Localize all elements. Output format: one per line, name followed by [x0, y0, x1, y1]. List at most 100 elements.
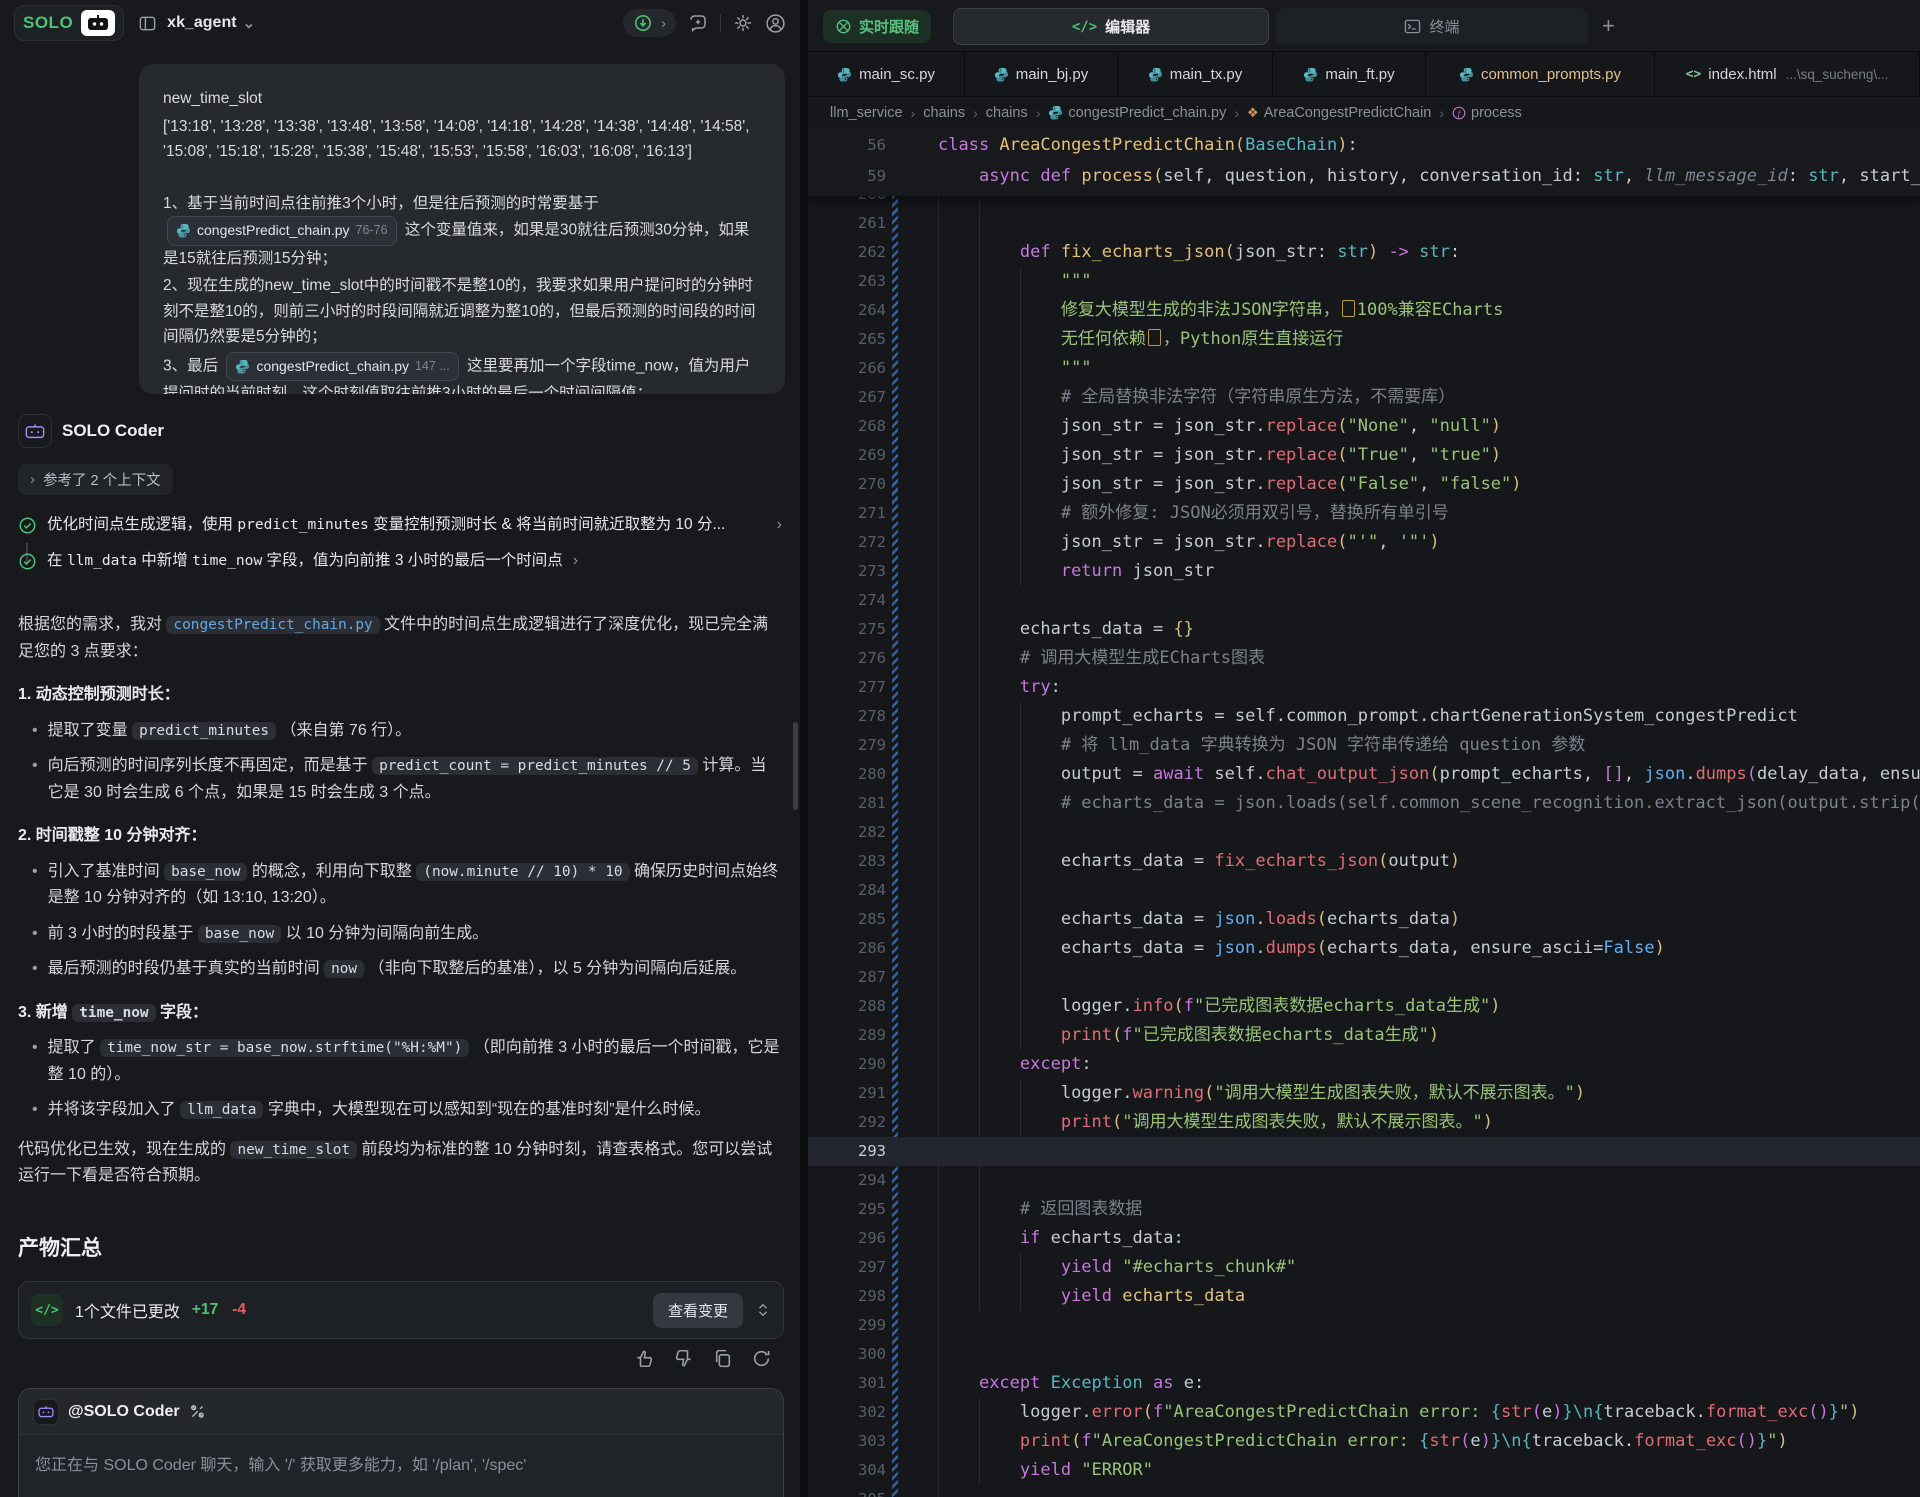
solo-logo[interactable]: SOLO	[14, 5, 124, 41]
file-tab[interactable]: <>index.html...\sq_sucheng\...	[1655, 52, 1920, 96]
live-follow-badge[interactable]: 实时跟随	[823, 10, 931, 43]
code-line[interactable]: 297 yield "#echarts_chunk#"	[808, 1253, 1920, 1282]
task-item[interactable]: 优化时间点生成逻辑，使用 predict_minutes 变量控制预测时长 & …	[18, 507, 782, 543]
code-line[interactable]: 299	[808, 1311, 1920, 1340]
code-line[interactable]: 295 # 返回图表数据	[808, 1195, 1920, 1224]
code-line[interactable]: 284	[808, 876, 1920, 905]
line-number: 272	[818, 528, 886, 557]
code-line[interactable]: 290 except:	[808, 1050, 1920, 1079]
chevron-right-icon[interactable]: ›	[573, 550, 578, 572]
expand-icon[interactable]	[755, 1302, 771, 1318]
breadcrumb-item[interactable]: ❖AreaCongestPredictChain	[1247, 105, 1431, 121]
account-icon[interactable]	[765, 13, 786, 34]
breadcrumb-item[interactable]: congestPredict_chain.py	[1048, 105, 1226, 121]
code-line[interactable]: 298 yield echarts_data	[808, 1282, 1920, 1311]
code-line[interactable]: 260	[808, 196, 1920, 209]
code-line[interactable]: 276 # 调用大模型生成ECharts图表	[808, 644, 1920, 673]
code-line[interactable]: 300	[808, 1340, 1920, 1369]
code-line[interactable]: 303 print(f"AreaCongestPredictChain erro…	[808, 1427, 1920, 1456]
file-tab[interactable]: main_bj.py	[965, 52, 1118, 96]
code-line[interactable]: 287	[808, 963, 1920, 992]
code-area[interactable]: 260261262 def fix_echarts_json(json_str:…	[808, 196, 1920, 1497]
task-item[interactable]: 在 llm_data 中新增 time_now 字段，值为向前推 3 小时的最后…	[18, 543, 782, 579]
file-tab-label: main_tx.py	[1170, 66, 1243, 83]
file-tab[interactable]: main_ft.py	[1273, 52, 1426, 96]
list-item-text: 引入了基准时间 base_now 的概念，利用向下取整 (now.minute …	[48, 859, 782, 912]
code-line[interactable]: 291 logger.warning("调用大模型生成图表失败，默认不展示图表。…	[808, 1079, 1920, 1108]
breadcrumb-item[interactable]: llm_service	[830, 105, 903, 121]
thumbs-down-icon[interactable]	[673, 1348, 694, 1369]
thumbs-up-icon[interactable]	[634, 1348, 655, 1369]
code-line[interactable]: 265 无任何依赖，Python原生直接运行	[808, 325, 1920, 354]
code-line[interactable]: 296 if echarts_data:	[808, 1224, 1920, 1253]
code-line[interactable]: 279 # 将 llm_data 字典转换为 JSON 字符串传递给 quest…	[808, 731, 1920, 760]
code-line[interactable]: 293	[808, 1137, 1920, 1166]
code-line[interactable]: 261	[808, 209, 1920, 238]
gear-icon[interactable]	[733, 13, 753, 33]
chevron-right-icon[interactable]: ›	[777, 514, 782, 536]
regenerate-icon[interactable]	[751, 1348, 772, 1369]
file-change-card[interactable]: </> 1个文件已更改 +17 -4 查看变更	[18, 1281, 784, 1339]
code-line[interactable]: 277 try:	[808, 673, 1920, 702]
sticky-code-line[interactable]: 56class AreaCongestPredictChain(BaseChai…	[808, 131, 1920, 160]
code-line[interactable]: 294	[808, 1166, 1920, 1195]
sidebar-toggle-icon[interactable]	[138, 14, 157, 33]
sticky-code-line[interactable]: 59 async def process(self, question, his…	[808, 162, 1920, 191]
code-line[interactable]: 285 echarts_data = json.loads(echarts_da…	[808, 905, 1920, 934]
copy-icon[interactable]	[712, 1348, 733, 1369]
workspace-selector[interactable]: xk_agent ⌄	[167, 14, 255, 32]
panel-divider[interactable]	[800, 0, 808, 1497]
file-reference-chip[interactable]: congestPredict_chain.py147 ...	[226, 352, 458, 382]
view-changes-button[interactable]: 查看变更	[653, 1293, 743, 1328]
code-text: print(f"已完成图表数据echarts_data生成")	[938, 1021, 1920, 1050]
artifact-summary-heading: 产物汇总	[18, 1232, 102, 1262]
new-chat-icon[interactable]	[688, 13, 708, 33]
context-disclosure[interactable]: › 参考了 2 个上下文	[18, 464, 173, 495]
code-line[interactable]: 268 json_str = json_str.replace("None", …	[808, 412, 1920, 441]
code-line[interactable]: 272 json_str = json_str.replace("'", '"'…	[808, 528, 1920, 557]
code-line[interactable]: 305	[808, 1485, 1920, 1497]
line-number: 59	[818, 162, 886, 191]
code-line[interactable]: 273 return json_str	[808, 557, 1920, 586]
file-tab[interactable]: main_tx.py	[1118, 52, 1273, 96]
tools-icon[interactable]	[189, 1403, 206, 1420]
breadcrumb-item[interactable]: chains	[923, 105, 965, 121]
code-line[interactable]: 266 """	[808, 354, 1920, 383]
code-line[interactable]: 301 except Exception as e:	[808, 1369, 1920, 1398]
chat-input[interactable]: 您正在与 SOLO Coder 聊天，输入 '/' 获取更多能力，如 '/pla…	[19, 1435, 783, 1491]
breadcrumb-item[interactable]: fprocess	[1452, 105, 1522, 121]
code-line[interactable]: 281 # echarts_data = json.loads(self.com…	[808, 789, 1920, 818]
code-line[interactable]: 262 def fix_echarts_json(json_str: str) …	[808, 238, 1920, 267]
chat-composer[interactable]: @SOLO Coder 您正在与 SOLO Coder 聊天，输入 '/' 获取…	[18, 1388, 784, 1497]
checkpoint-control[interactable]: ›	[623, 9, 676, 37]
code-line[interactable]: 267 # 全局替换非法字符（字符串原生方法，不需要库）	[808, 383, 1920, 412]
code-line[interactable]: 270 json_str = json_str.replace("False",…	[808, 470, 1920, 499]
code-line[interactable]: 304 yield "ERROR"	[808, 1456, 1920, 1485]
code-line[interactable]: 263 """	[808, 267, 1920, 296]
list-item-text: 提取了变量 predict_minutes （来自第 76 行）。	[48, 718, 412, 745]
file-reference-chip[interactable]: congestPredict_chain.py76-76	[167, 216, 397, 246]
code-line[interactable]: 274	[808, 586, 1920, 615]
code-line[interactable]: 292 print("调用大模型生成图表失败，默认不展示图表。")	[808, 1108, 1920, 1137]
tab-editor[interactable]: </> 编辑器	[953, 8, 1269, 45]
code-line[interactable]: 286 echarts_data = json.dumps(echarts_da…	[808, 934, 1920, 963]
code-line[interactable]: 288 logger.info(f"已完成图表数据echarts_data生成"…	[808, 992, 1920, 1021]
code-line[interactable]: 289 print(f"已完成图表数据echarts_data生成")	[808, 1021, 1920, 1050]
code-line[interactable]: 264 修复大模型生成的非法JSON字符串，100%兼容ECharts	[808, 296, 1920, 325]
chat-scrollbar[interactable]	[793, 722, 798, 810]
breadcrumb[interactable]: llm_service›chains›chains›congestPredict…	[808, 97, 1920, 128]
code-line[interactable]: 275 echarts_data = {}	[808, 615, 1920, 644]
file-tab[interactable]: main_sc.py	[808, 52, 965, 96]
breadcrumb-item[interactable]: chains	[986, 105, 1028, 121]
new-tab-button[interactable]: +	[1602, 12, 1615, 40]
code-line[interactable]: 280 output = await self.chat_output_json…	[808, 760, 1920, 789]
code-line[interactable]: 269 json_str = json_str.replace("True", …	[808, 441, 1920, 470]
code-line[interactable]: 282	[808, 818, 1920, 847]
code-line[interactable]: 271 # 额外修复: JSON必须用双引号，替换所有单引号	[808, 499, 1920, 528]
code-line[interactable]: 302 logger.error(f"AreaCongestPredictCha…	[808, 1398, 1920, 1427]
code-line[interactable]: 283 echarts_data = fix_echarts_json(outp…	[808, 847, 1920, 876]
code-line[interactable]: 278 prompt_echarts = self.common_prompt.…	[808, 702, 1920, 731]
file-tab[interactable]: common_prompts.py	[1426, 52, 1655, 96]
tab-terminal[interactable]: 终端	[1276, 8, 1588, 45]
solo-logo-text: SOLO	[23, 13, 73, 33]
